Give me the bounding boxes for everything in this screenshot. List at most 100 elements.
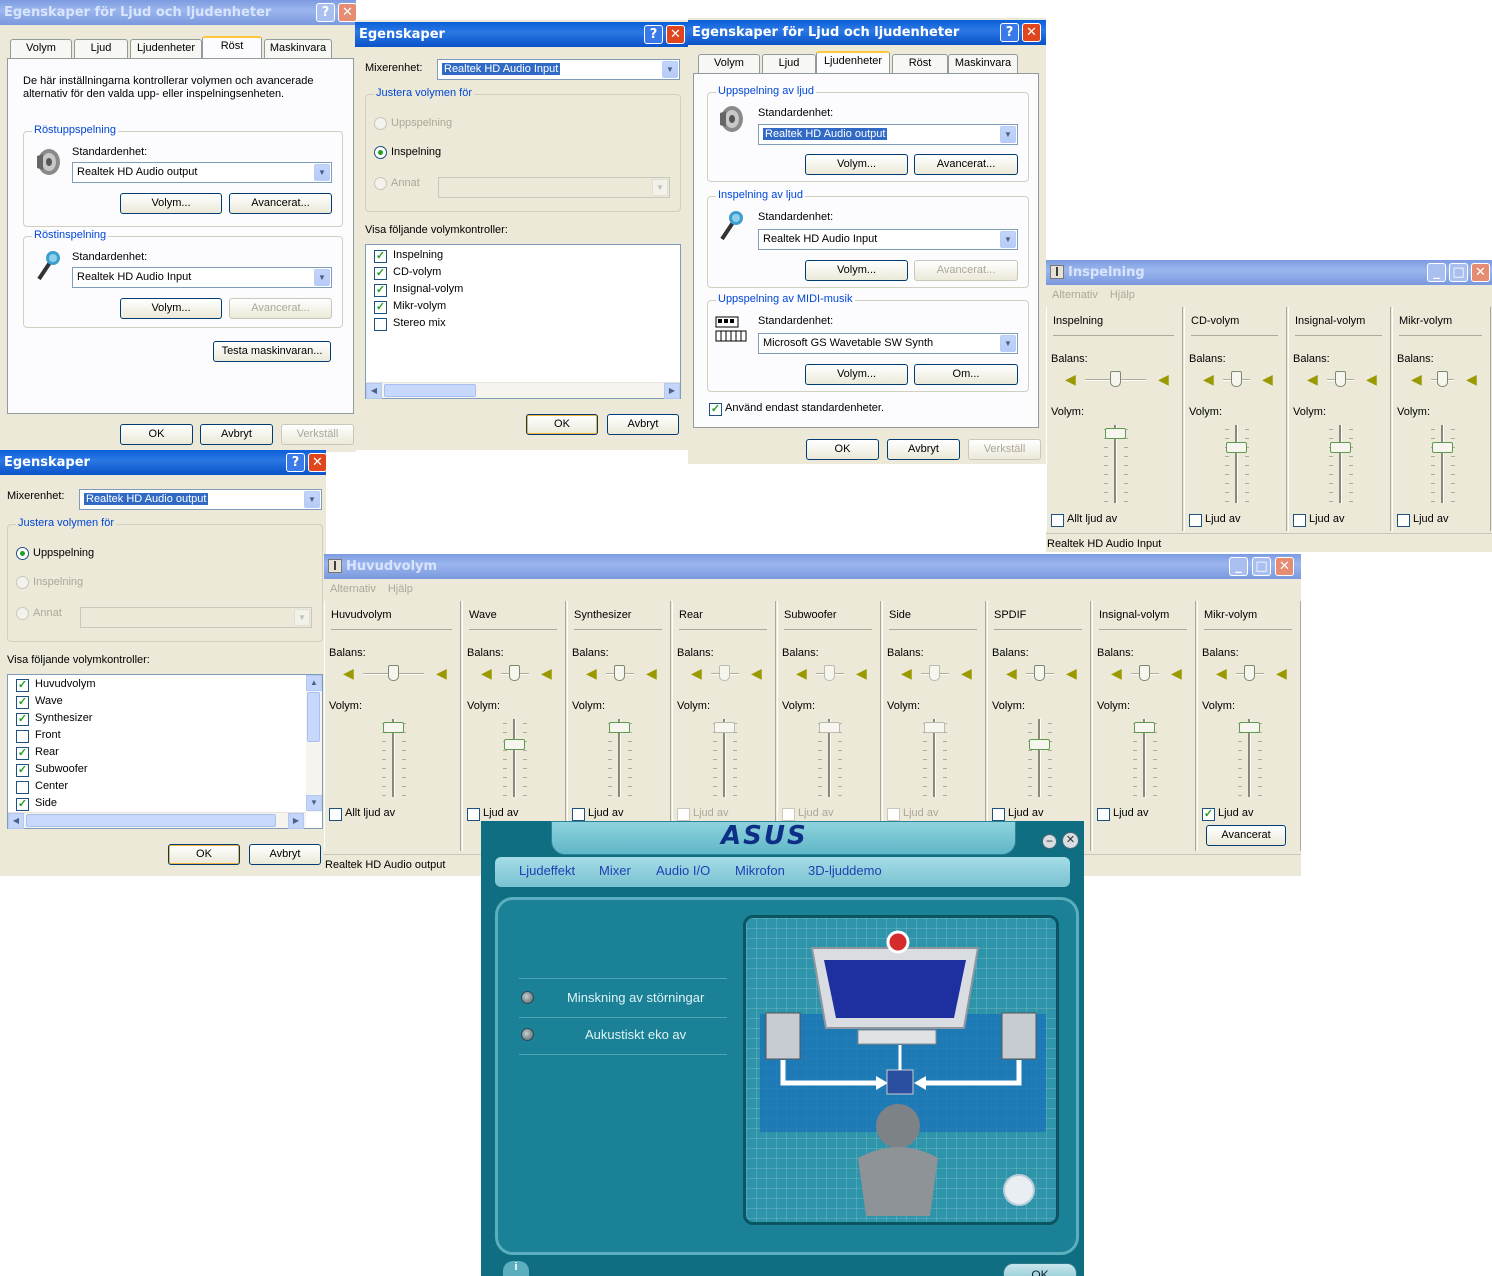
maximize-button[interactable]: □ <box>1449 263 1468 282</box>
horizontal-scrollbar[interactable]: ◀ ▶ <box>366 382 680 399</box>
tab-mikrofon[interactable]: Mikrofon <box>735 863 785 878</box>
volume-button[interactable]: Volym... <box>120 298 222 319</box>
advanced-button[interactable]: Avancerat... <box>229 193 332 214</box>
controls-list[interactable]: ✓ Huvudvolym ✓ Wave ✓ Synthesizer Front ✓ Re… <box>7 674 323 829</box>
volume-slider-track[interactable] <box>1038 719 1041 797</box>
midi-device-select[interactable]: Microsoft GS Wavetable SW Synth ▼ <box>758 333 1018 354</box>
tab-ljud[interactable]: Ljud <box>74 39 128 58</box>
cancel-button[interactable]: Avbryt <box>249 844 321 865</box>
tab-ljudeffekt[interactable]: Ljudeffekt <box>519 863 575 878</box>
balance-slider-thumb[interactable] <box>929 665 940 681</box>
tab-audio-io[interactable]: Audio I/O <box>656 863 710 878</box>
maximize-button[interactable]: □ <box>1252 557 1271 576</box>
control-checkbox[interactable]: ✓ <box>374 250 387 263</box>
info-icon[interactable]: i <box>503 1261 529 1276</box>
menu-hjalp[interactable]: Hjälp <box>388 583 413 595</box>
recording-device-select[interactable]: Realtek HD Audio Input ▼ <box>758 229 1018 250</box>
volume-slider-thumb[interactable] <box>1226 441 1247 453</box>
balance-slider-thumb[interactable] <box>1109 371 1121 387</box>
minimize-button[interactable]: _ <box>1427 263 1446 282</box>
apply-button[interactable]: Verkställ <box>281 424 354 445</box>
recording-radio[interactable] <box>374 146 387 159</box>
control-checkbox[interactable]: ✓ <box>16 747 29 760</box>
ok-button[interactable]: OK <box>526 414 598 435</box>
mute-checkbox[interactable] <box>782 808 795 821</box>
help-button[interactable]: ? <box>1000 23 1019 42</box>
control-checkbox[interactable]: ✓ <box>16 713 29 726</box>
mute-checkbox[interactable] <box>1097 808 1110 821</box>
control-checkbox[interactable]: ✓ <box>16 798 29 811</box>
ok-button[interactable]: OK <box>806 439 879 460</box>
balance-slider-thumb[interactable] <box>614 665 625 681</box>
balance-slider-thumb[interactable] <box>387 665 399 681</box>
mixer-device-select[interactable]: Realtek HD Audio output ▼ <box>79 489 322 510</box>
mute-checkbox[interactable] <box>329 808 342 821</box>
close-button[interactable]: ✕ <box>666 25 685 44</box>
about-button[interactable]: Om... <box>914 364 1018 385</box>
ok-button[interactable]: OK <box>1003 1263 1077 1276</box>
balance-slider-thumb[interactable] <box>1034 665 1045 681</box>
mute-checkbox[interactable] <box>1189 514 1202 527</box>
tab-volym[interactable]: Volym <box>10 39 72 58</box>
tab-mixer[interactable]: Mixer <box>599 863 631 878</box>
volume-slider-track[interactable] <box>1441 425 1444 503</box>
volume-slider-thumb[interactable] <box>1029 739 1050 751</box>
volume-slider-thumb[interactable] <box>504 739 525 751</box>
advanced-button[interactable]: Avancerat... <box>914 154 1018 175</box>
mute-checkbox[interactable] <box>467 808 480 821</box>
mixer-device-select[interactable]: Realtek HD Audio Input ▼ <box>437 59 680 80</box>
close-button[interactable]: ✕ <box>1275 557 1294 576</box>
volume-slider-track[interactable] <box>513 719 516 797</box>
advanced-button[interactable]: Avancerat... <box>229 298 332 319</box>
volume-slider-track[interactable] <box>1339 425 1342 503</box>
volume-slider-track[interactable] <box>1235 425 1238 503</box>
scroll-down-icon[interactable]: ▼ <box>306 795 322 811</box>
recording-device-select[interactable]: Realtek HD Audio Input ▼ <box>72 267 332 288</box>
playback-device-select[interactable]: Realtek HD Audio output ▼ <box>72 162 332 183</box>
control-checkbox[interactable]: ✓ <box>16 764 29 777</box>
volume-slider-thumb[interactable] <box>609 722 630 734</box>
volume-slider-thumb[interactable] <box>1134 722 1155 734</box>
tab-rost[interactable]: Röst <box>202 36 262 58</box>
horizontal-scrollbar[interactable]: ◀ ▶ <box>8 812 306 829</box>
other-radio[interactable] <box>374 177 387 190</box>
scroll-up-icon[interactable]: ▲ <box>306 675 322 691</box>
cancel-button[interactable]: Avbryt <box>607 414 679 435</box>
help-button[interactable]: ? <box>286 453 305 472</box>
balance-slider-thumb[interactable] <box>1139 665 1150 681</box>
minimize-button[interactable]: _ <box>1229 557 1248 576</box>
mute-checkbox[interactable] <box>572 808 585 821</box>
advanced-button[interactable]: Avancerat <box>1206 825 1286 846</box>
close-button[interactable]: ✕ <box>338 3 356 22</box>
tab-maskinvara[interactable]: Maskinvara <box>264 39 332 58</box>
tab-maskinvara[interactable]: Maskinvara <box>948 54 1018 73</box>
control-checkbox[interactable]: ✓ <box>374 301 387 314</box>
menu-alternativ[interactable]: Alternativ <box>1052 289 1098 301</box>
scroll-right-icon[interactable]: ▶ <box>664 383 680 399</box>
volume-button[interactable]: Volym... <box>805 260 908 281</box>
control-checkbox[interactable] <box>16 730 29 743</box>
tab-ljud[interactable]: Ljud <box>762 54 816 73</box>
volume-slider-thumb[interactable] <box>924 722 945 734</box>
mute-checkbox[interactable] <box>992 808 1005 821</box>
volume-slider-thumb[interactable] <box>383 722 404 734</box>
volume-slider-thumb[interactable] <box>1330 441 1351 453</box>
mute-checkbox[interactable]: ✓ <box>1202 808 1215 821</box>
balance-slider-thumb[interactable] <box>719 665 730 681</box>
help-button[interactable]: ? <box>644 25 663 44</box>
other-radio[interactable] <box>16 607 29 620</box>
close-button[interactable]: ✕ <box>1471 263 1490 282</box>
balance-slider-thumb[interactable] <box>824 665 835 681</box>
advanced-button[interactable]: Avancerat... <box>914 260 1018 281</box>
only-default-checkbox[interactable]: ✓ <box>709 403 722 416</box>
tab-3d-ljuddemo[interactable]: 3D-ljuddemo <box>808 863 882 878</box>
balance-slider-thumb[interactable] <box>1244 665 1255 681</box>
scroll-left-icon[interactable]: ◀ <box>8 813 24 829</box>
controls-list[interactable]: ✓ Inspelning ✓ CD-volym ✓ Insignal-volym ✓ M… <box>365 244 681 399</box>
cancel-button[interactable]: Avbryt <box>887 439 960 460</box>
mute-checkbox[interactable] <box>1397 514 1410 527</box>
menu-hjalp[interactable]: Hjälp <box>1110 289 1135 301</box>
other-device-select[interactable]: ▼ <box>438 177 670 198</box>
apply-button[interactable]: Verkställ <box>968 439 1041 460</box>
balance-slider-thumb[interactable] <box>509 665 520 681</box>
